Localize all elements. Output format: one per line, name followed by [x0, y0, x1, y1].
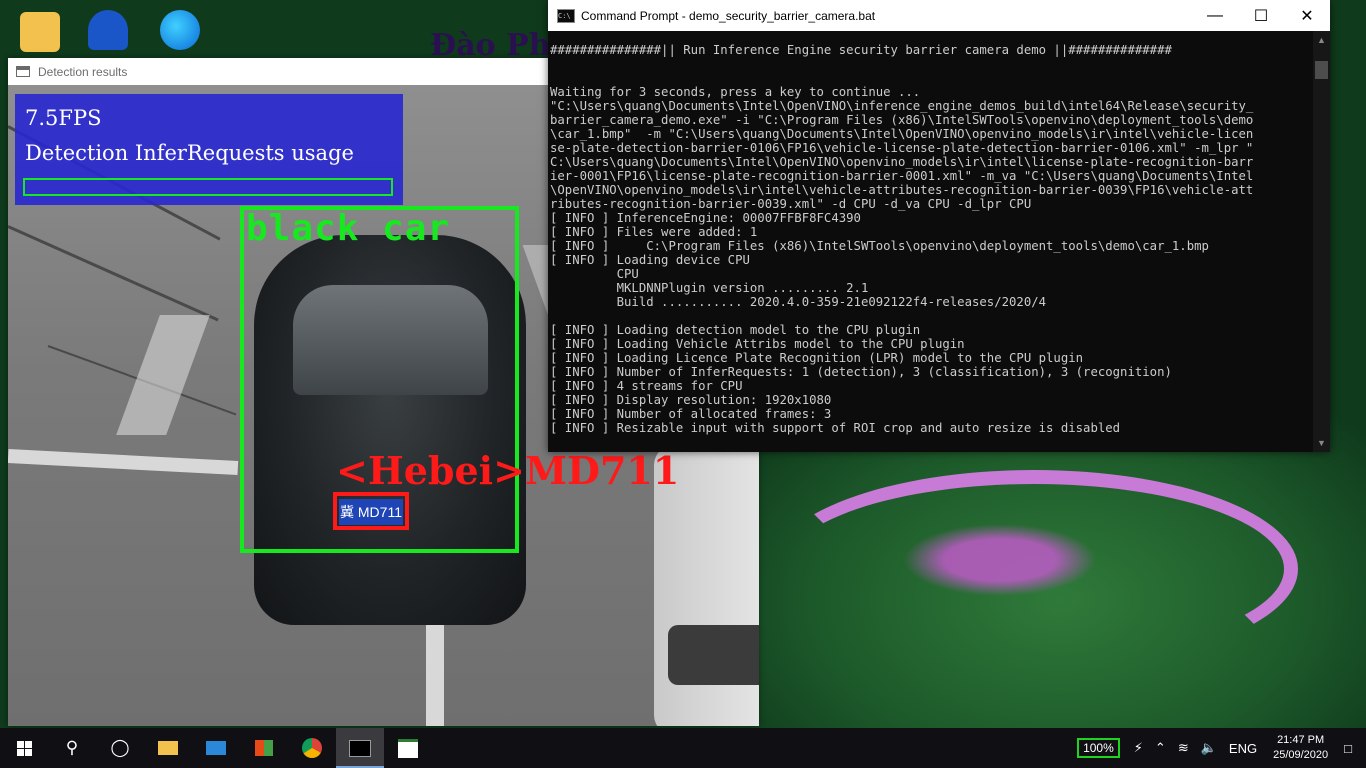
mail-button[interactable] [192, 728, 240, 768]
wifi-icon[interactable]: ≋ [1178, 740, 1189, 756]
console-line: se-plate-detection-barrier-0106\FP16\veh… [550, 141, 1254, 155]
notifications-icon[interactable]: □ [1344, 741, 1352, 756]
store-icon [255, 740, 273, 756]
plate-recognition-label: <Hebei>MD711 [336, 448, 680, 493]
file-explorer-button[interactable] [144, 728, 192, 768]
console-line: "C:\Users\quang\Documents\Intel\OpenVINO… [550, 99, 1254, 113]
console-line: barrier_camera_demo.exe" -i "C:\Program … [550, 113, 1254, 127]
van-bumper [668, 625, 759, 685]
console-line: [ INFO ] InferenceEngine: 00007FFBF8FC43… [550, 211, 861, 225]
folder-icon [158, 741, 178, 755]
malwarebytes-icon[interactable] [88, 10, 128, 50]
cmd-app-icon: C:\ [557, 8, 575, 23]
cmd-titlebar[interactable]: C:\ Command Prompt - demo_security_barri… [548, 0, 1330, 31]
task-view-icon: ◯ [110, 738, 130, 757]
language-indicator[interactable]: ENG [1229, 741, 1257, 756]
console-line: [ INFO ] Loading Licence Plate Recogniti… [550, 351, 1084, 365]
fps-overlay: 7.5FPS Detection InferRequests usage [15, 94, 403, 205]
console-line: C:\Users\quang\Documents\Intel\OpenVINO\… [550, 155, 1254, 169]
volume-icon[interactable]: 🔈 [1201, 740, 1217, 756]
scroll-thumb[interactable] [1315, 61, 1328, 79]
plate-detection-box [333, 492, 409, 530]
taskbar: ⚲ ◯ 100% ⚡ ⌃ ≋ 🔈 ENG 21:47 PM 25/09/2020… [0, 728, 1366, 768]
clock-time: 21:47 PM [1277, 734, 1325, 746]
console-line: [ INFO ] Number of InferRequests: 1 (det… [550, 365, 1172, 379]
cmd-console-output[interactable]: ###############|| Run Inference Engine s… [548, 31, 1313, 452]
lane-marking [8, 448, 239, 476]
windows-logo-icon [16, 740, 32, 756]
command-prompt-taskbar-button[interactable] [336, 728, 384, 768]
console-line: \OpenVINO\openvino_models\ir\intel\vehic… [550, 183, 1254, 197]
cmd-window-title: Command Prompt - demo_security_barrier_c… [581, 8, 876, 23]
console-line: ier-0001\FP16\license-plate-recognition-… [550, 169, 1254, 183]
console-line: Waiting for 3 seconds, press a key to co… [550, 85, 921, 99]
search-icon: ⚲ [65, 738, 79, 757]
vehicle-attribute-label: black car [246, 208, 451, 249]
clock[interactable]: 21:47 PM 25/09/2020 [1273, 733, 1328, 763]
console-line: [ INFO ] Loading detection model to the … [550, 323, 921, 337]
minimize-button[interactable]: — [1192, 0, 1238, 31]
scroll-up-icon[interactable]: ▲ [1317, 35, 1326, 45]
chrome-button[interactable] [288, 728, 336, 768]
user-folder-icon[interactable] [20, 12, 60, 52]
console-line: [ INFO ] Files were added: 1 [550, 225, 758, 239]
maximize-button[interactable]: ☐ [1238, 0, 1284, 31]
close-button[interactable]: ✕ [1284, 0, 1330, 31]
fps-text: 7.5FPS [25, 106, 102, 130]
console-line: [ INFO ] Resizable input with support of… [550, 421, 1121, 435]
console-line: [ INFO ] Loading device CPU [550, 253, 750, 267]
chrome-icon [302, 738, 322, 758]
store-button[interactable] [240, 728, 288, 768]
cmd-icon [349, 739, 371, 757]
console-line: \car_1.bmp" -m "C:\Users\quang\Documents… [550, 127, 1254, 141]
detection-results-taskbar-button[interactable] [384, 728, 432, 768]
wire [8, 225, 219, 322]
console-line: MKLDNNPlugin version ......... 2.1 [550, 281, 869, 295]
task-view-button[interactable]: ◯ [96, 728, 144, 768]
console-line: ###############|| Run Inference Engine s… [550, 43, 1172, 57]
clock-date: 25/09/2020 [1273, 749, 1329, 761]
window-app-icon [16, 66, 30, 77]
show-hidden-icons-chevron-icon[interactable]: ⌃ [1155, 740, 1166, 756]
console-line: CPU [550, 267, 639, 281]
console-line: [ INFO ] Display resolution: 1920x1080 [550, 393, 832, 407]
search-button[interactable]: ⚲ [48, 728, 96, 768]
cmd-scrollbar[interactable]: ▲ ▼ [1313, 31, 1330, 452]
start-button[interactable] [0, 728, 48, 768]
console-line: [ INFO ] Number of allocated frames: 3 [550, 407, 832, 421]
usage-label: Detection InferRequests usage [25, 141, 354, 165]
console-line: ributes-recognition-barrier-0039.xml" -d… [550, 197, 1032, 211]
battery-indicator[interactable]: 100% [1077, 738, 1120, 758]
console-line: [ INFO ] 4 streams for CPU [550, 379, 743, 393]
detection-window-title: Detection results [38, 64, 128, 79]
console-line: Build ........... 2020.4.0-359-21e092122… [550, 295, 1047, 309]
console-line: [ INFO ] Loading Vehicle Attribs model t… [550, 337, 965, 351]
edge-browser-icon[interactable] [160, 10, 200, 50]
app-window-icon [398, 738, 418, 758]
system-tray: 100% ⚡ ⌃ ≋ 🔈 ENG 21:47 PM 25/09/2020 □ [1077, 728, 1366, 768]
console-line: [ INFO ] C:\Program Files (x86)\IntelSWT… [550, 239, 1209, 253]
power-plug-icon[interactable]: ⚡ [1134, 740, 1143, 756]
scroll-down-icon[interactable]: ▼ [1317, 438, 1326, 448]
infer-requests-usage-bar [23, 178, 393, 196]
wallpaper-road [770, 470, 1298, 668]
mail-icon [206, 741, 226, 755]
command-prompt-window[interactable]: C:\ Command Prompt - demo_security_barri… [548, 0, 1330, 452]
